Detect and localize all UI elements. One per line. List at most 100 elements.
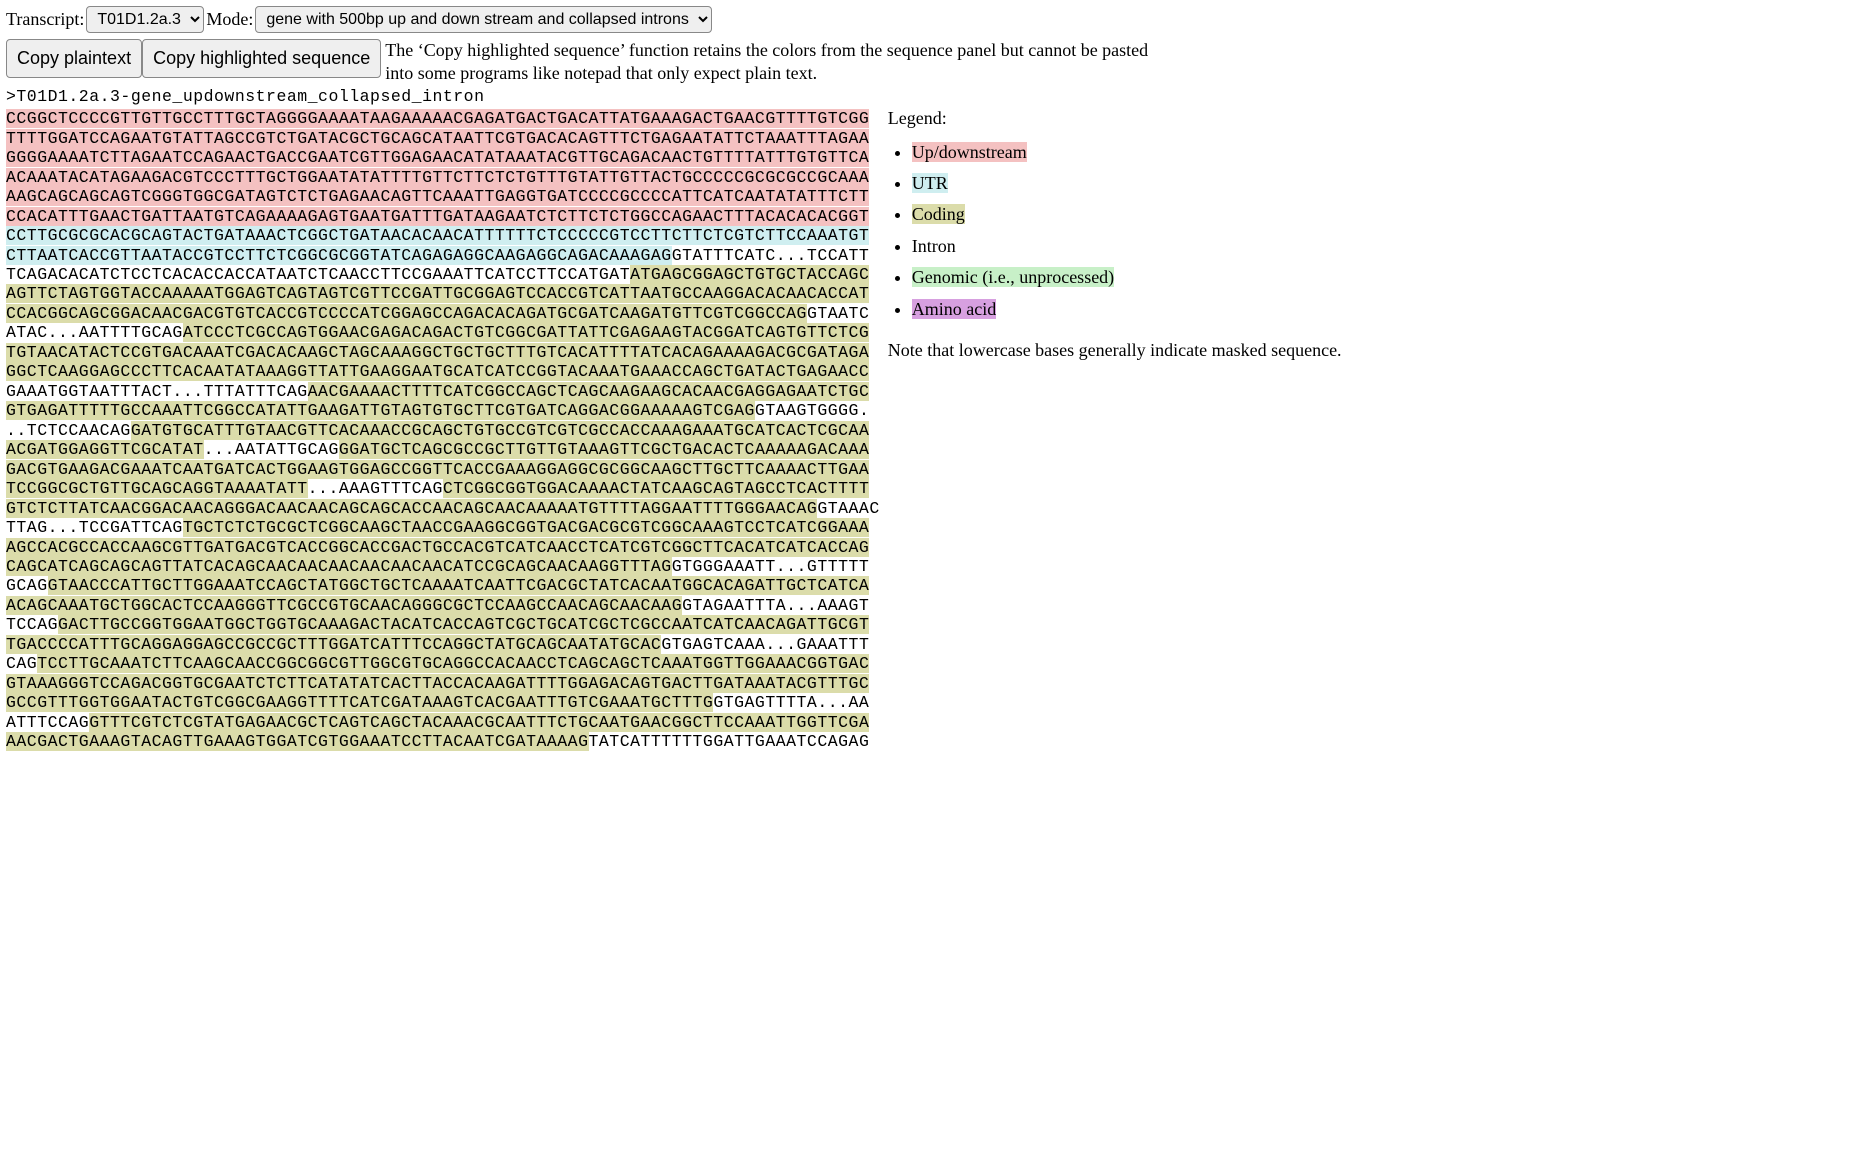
sequence-segment: GTGAGTTTTA...AA [713,693,869,712]
sequence-line: AGTTCTAGTGGTACCAAAAATGGAGTCAGTAGTCGTTCCG… [6,284,880,303]
legend-item-label: Coding [912,204,965,224]
sequence-segment: GCCGTTTGGTGGAATACTGTCGGCGAAGGTTTTCATCGAT… [6,693,713,712]
sequence-line: CAGTCCTTGCAAATCTTCAAGCAACCGGCGGCGTTGGCGT… [6,654,880,673]
legend-item: Coding [912,203,1342,226]
sequence-line: CCGGCTCCCCGTTGTTGCCTTTGCTAGGGGAAAATAAGAA… [6,109,880,128]
sequence-segment: ...AAAGTTTCAG [308,479,443,498]
legend-item-label: Amino acid [912,299,996,319]
sequence-segment: TCCGGCGCTGTTGCAGCAGGTAAAATATT [6,479,308,498]
sequence-line: GCCGTTTGGTGGAATACTGTCGGCGAAGGTTTTCATCGAT… [6,693,880,712]
sequence-segment: TTAG...TCCGATTCAG [6,518,183,537]
legend-item-label: UTR [912,173,948,193]
sequence-segment: GTAACCCATTGCTTGGAAATCCAGCTATGGCTGCTCAAAA… [48,576,870,595]
sequence-line: GACGTGAAGACGAAATCAATGATCACTGGAAGTGGAGCCG… [6,460,880,479]
sequence-segment: CTCGGCGGTGGACAAAACTATCAAGCAGTAGCCTCACTTT… [443,479,869,498]
mode-select[interactable]: gene with 500bp up and down stream and c… [255,6,712,33]
sequence-segment: GTAGAATTTA...AAAGT [682,596,869,615]
copy-highlighted-button[interactable]: Copy highlighted sequence [142,39,381,78]
legend-item-label: Intron [912,236,956,256]
sequence-segment: GTGAGTCAAA...GAAATTT [661,635,869,654]
legend-item: Genomic (i.e., unprocessed) [912,266,1342,289]
sequence-line: CCACGGCAGCGGACAACGACGTGTCACCGTCCCCATCGGA… [6,304,880,323]
controls-bar: Transcript: T01D1.2a.3 Mode: gene with 5… [6,6,1868,33]
sequence-segment: GTAAAGGGTCCAGACGGTGCGAATCTCTTCATATATCACT… [6,674,869,693]
sequence-segment: ...AATATTGCAG [204,440,339,459]
sequence-line: GTGAGATTTTTGCCAAATTCGGCCATATTGAAGATTGTAG… [6,401,880,420]
sequence-line: GTAAAGGGTCCAGACGGTGCGAATCTCTTCATATATCACT… [6,674,880,693]
sequence-line: TTAG...TCCGATTCAGTGCTCTCTGCGCTCGGCAAGCTA… [6,518,880,537]
sequence-line: AGCCACGCCACCAAGCGTTGATGACGTCACCGGCACCGAC… [6,538,880,557]
sequence-line: GTCTCTTATCAACGGACAACAGGGACAACAACAGCAGCAC… [6,499,880,518]
transcript-select[interactable]: T01D1.2a.3 [86,6,204,33]
sequence-segment: AGCCACGCCACCAAGCGTTGATGACGTCACCGGCACCGAC… [6,538,869,557]
sequence-segment: GTGGGAAATT...GTTTTT [672,557,870,576]
sequence-segment: TGTAACATACTCCGTGACAAATCGACACAAGCTAGCAAAG… [6,343,869,362]
sequence-segment: TGACCCCATTTGCAGGAGGAGCCGCCGCTTTGGATCATTT… [6,635,661,654]
sequence-segment: GTGAGATTTTTGCCAAATTCGGCCATATTGAAGATTGTAG… [6,401,755,420]
button-row: Copy plaintext Copy highlighted sequence… [6,39,1868,86]
mode-label: Mode: [206,8,253,31]
sequence-line: ACAAATACATAGAAGACGTCCCTTTGCTGGAATATATTTT… [6,168,880,187]
sequence-segment: ACGATGGAGGTTCGCATAT [6,440,204,459]
sequence-line: ACAGCAAATGCTGGCACTCCAAGGGTTCGCCGTGCAACAG… [6,596,880,615]
legend-item: Intron [912,235,1342,258]
sequence-segment: GACTTGCCGGTGGAATGGCTGGTGCAAAGACTACATCACC… [58,615,869,634]
legend-item-label: Genomic (i.e., unprocessed) [912,267,1114,287]
sequence-segment: TATCATTTTTTGGATTGAAATCCAGAG [589,732,870,751]
sequence-line: ACGATGGAGGTTCGCATAT...AATATTGCAGGGATGCTC… [6,440,880,459]
transcript-label: Transcript: [6,8,84,31]
sequence-segment: GGATGCTCAGCGCCGCTTGTTGTAAAGTTCGCTGACACTC… [339,440,869,459]
sequence-segment: AACGACTGAAAGTACAGTTGAAAGTGGATCGTGGAAATCC… [6,732,589,751]
sequence-line: TCCGGCGCTGTTGCAGCAGGTAAAATATT...AAAGTTTC… [6,479,880,498]
sequence-segment: ..TCTCCAACAG [6,421,131,440]
sequence-line: GGCTCAAGGAGCCCTTCACAATATAAAGGTTATTGAAGGA… [6,362,880,381]
sequence-line: CAGCATCAGCAGCAGTTATCACAGCAACAACAACAACAAC… [6,557,880,576]
sequence-segment: ATAC...AATTTTGCAG [6,323,183,342]
sequence-segment: AGTTCTAGTGGTACCAAAAATGGAGTCAGTAGTCGTTCCG… [6,284,869,303]
sequence-line: ATTTCCAGGTTTCGTCTCGTATGAGAACGCTCAGTCAGCT… [6,713,880,732]
sequence-segment: TCAGACACATCTCCTCACACCACCATAATCTCAACCTTCC… [6,265,630,284]
legend-item: Up/downstream [912,141,1342,164]
sequence-line: ..TCTCCAACAGGATGTGCATTTGTAACGTTCACAAACCG… [6,421,880,440]
sequence-line: AAGCAGCAGCAGTCGGGTGGCGATAGTCTCTGAGAACAGT… [6,187,880,206]
sequence-segment: GAAATGGTAATTTACT...TTTATTTCAG [6,382,308,401]
sequence-line: GAAATGGTAATTTACT...TTTATTTCAGAACGAAAACTT… [6,382,880,401]
sequence-line: GCAGGTAACCCATTGCTTGGAAATCCAGCTATGGCTGCTC… [6,576,880,595]
sequence-line: AACGACTGAAAGTACAGTTGAAAGTGGATCGTGGAAATCC… [6,732,880,751]
sequence-segment: CCACGGCAGCGGACAACGACGTGTCACCGTCCCCATCGGA… [6,304,807,323]
sequence-line: TTTTGGATCCAGAATGTATTAGCCGTCTGATACGCTGCAG… [6,129,880,148]
sequence-line: GGGGAAAATCTTAGAATCCAGAACTGACCGAATCGTTGGA… [6,148,880,167]
legend-item: UTR [912,172,1342,195]
sequence-segment: CCGGCTCCCCGTTGTTGCCTTTGCTAGGGGAAAATAAGAA… [6,109,869,128]
sequence-segment: GTAATC [807,304,869,323]
sequence-segment: GTCTCTTATCAACGGACAACAGGGACAACAACAGCAGCAC… [6,499,817,518]
sequence-segment: GATGTGCATTTGTAACGTTCACAAACCGCAGCTGTGCCGT… [131,421,870,440]
sequence-segment: TGCTCTCTGCGCTCGGCAAGCTAACCGAAGGCGGTGACGA… [183,518,870,537]
sequence-segment: ATCCCTCGCCAGTGGAACGAGACAGACTGTCGGCGATTAT… [183,323,870,342]
sequence-segment: CAGCATCAGCAGCAGTTATCACAGCAACAACAACAACAAC… [6,557,672,576]
sequence-segment: ACAGCAAATGCTGGCACTCCAAGGGTTCGCCGTGCAACAG… [6,596,682,615]
legend-title: Legend: [888,107,1342,130]
sequence-segment: GTAAAC [817,499,879,518]
sequence-line: TGACCCCATTTGCAGGAGGAGCCGCCGCTTTGGATCATTT… [6,635,880,654]
sequence-segment: ACAAATACATAGAAGACGTCCCTTTGCTGGAATATATTTT… [6,168,869,187]
sequence-segment: AAGCAGCAGCAGTCGGGTGGCGATAGTCTCTGAGAACAGT… [6,187,869,206]
sequence-line: TCCAGGACTTGCCGGTGGAATGGCTGGTGCAAAGACTACA… [6,615,880,634]
sequence-segment: CCTTGCGCGCACGCAGTACTGATAAACTCGGCTGATAACA… [6,226,869,245]
copy-plaintext-button[interactable]: Copy plaintext [6,39,142,78]
sequence-panel: CCGGCTCCCCGTTGTTGCCTTTGCTAGGGGAAAATAAGAA… [6,109,880,751]
legend-item: Amino acid [912,298,1342,321]
sequence-segment: GTATTTCATC...TCCATT [672,246,870,265]
sequence-segment: CAG [6,654,37,673]
sequence-line: CTTAATCACCGTTAATACCGTCCTTCTCGGCGCGGTATCA… [6,246,880,265]
legend-item-label: Up/downstream [912,142,1027,162]
sequence-line: CCACATTTGAACTGATTAATGTCAGAAAAGAGTGAATGAT… [6,207,880,226]
sequence-segment: CTTAATCACCGTTAATACCGTCCTTCTCGGCGCGGTATCA… [6,246,672,265]
sequence-header: >T01D1.2a.3-gene_updownstream_collapsed_… [6,86,1868,107]
sequence-segment: ATGAGCGGAGCTGTGCTACCAGC [630,265,869,284]
sequence-segment: TTTTGGATCCAGAATGTATTAGCCGTCTGATACGCTGCAG… [6,129,869,148]
legend-list: Up/downstream UTR Coding Intron Genomic (i.e… [912,141,1342,321]
sequence-segment: GTAAGTGGGG. [755,401,869,420]
legend-panel: Legend: Up/downstream UTR Coding Intron Geno… [888,107,1342,380]
sequence-segment: CCACATTTGAACTGATTAATGTCAGAAAAGAGTGAATGAT… [6,207,869,226]
